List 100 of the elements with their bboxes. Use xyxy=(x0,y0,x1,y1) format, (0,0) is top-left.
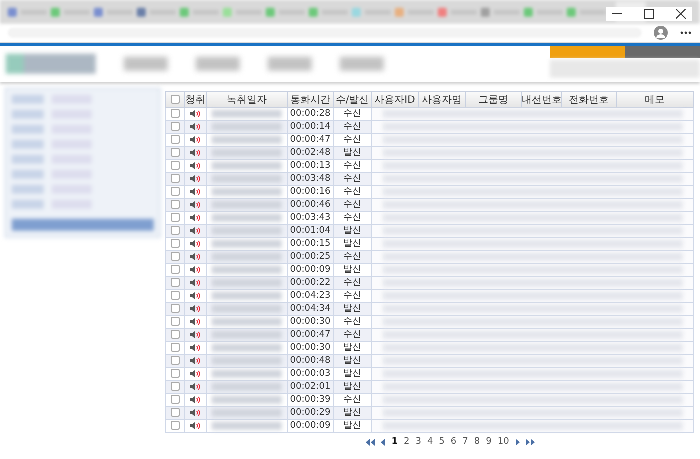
speaker-icon[interactable] xyxy=(190,292,201,300)
speaker-icon[interactable] xyxy=(190,188,201,196)
row-checkbox[interactable] xyxy=(170,226,180,236)
previous-page-icon[interactable] xyxy=(380,438,386,446)
direction-text: 발신 xyxy=(344,369,362,379)
column-header[interactable]: 메모 xyxy=(645,94,665,106)
duration-text: 00:00:16 xyxy=(290,187,331,197)
row-checkbox[interactable] xyxy=(170,278,180,288)
redacted-text xyxy=(212,396,282,404)
page-link[interactable]: 3 xyxy=(416,437,422,447)
direction-text: 수신 xyxy=(344,317,362,327)
select-all-checkbox[interactable] xyxy=(170,94,180,104)
speaker-icon[interactable] xyxy=(190,162,201,170)
speaker-icon[interactable] xyxy=(190,318,201,326)
direction-text: 발신 xyxy=(344,421,362,431)
row-checkbox[interactable] xyxy=(170,330,180,340)
row-checkbox[interactable] xyxy=(170,252,180,262)
direction-text: 발신 xyxy=(344,382,362,392)
first-page-icon[interactable] xyxy=(366,438,375,446)
direction-text: 발신 xyxy=(344,356,362,366)
speaker-icon[interactable] xyxy=(190,174,201,183)
page-link[interactable]: 4 xyxy=(427,437,434,447)
row-checkbox[interactable] xyxy=(170,395,180,404)
duration-text: 00:00:30 xyxy=(290,317,331,327)
row-checkbox[interactable] xyxy=(170,317,180,326)
speaker-icon[interactable] xyxy=(190,148,201,157)
row-checkbox[interactable] xyxy=(170,109,180,118)
speaker-icon[interactable] xyxy=(190,422,201,430)
redacted-text xyxy=(212,266,282,274)
speaker-icon[interactable] xyxy=(190,408,201,417)
close-icon[interactable] xyxy=(676,9,686,19)
row-checkbox[interactable] xyxy=(170,369,180,378)
speaker-icon[interactable] xyxy=(190,136,201,144)
row-checkbox[interactable] xyxy=(170,265,180,274)
speaker-icon[interactable] xyxy=(190,278,201,287)
next-page-icon[interactable] xyxy=(515,438,520,446)
speaker-icon[interactable] xyxy=(190,330,201,339)
maximize-icon[interactable] xyxy=(644,9,654,19)
row-checkbox[interactable] xyxy=(170,382,180,392)
redacted-text xyxy=(212,422,282,430)
speaker-icon[interactable] xyxy=(190,356,201,365)
redacted-text xyxy=(212,188,282,196)
speaker-icon[interactable] xyxy=(190,382,201,391)
row-checkbox[interactable] xyxy=(170,239,180,248)
speaker-icon[interactable] xyxy=(190,370,201,378)
row-checkbox[interactable] xyxy=(170,304,180,314)
speaker-icon[interactable] xyxy=(190,304,201,313)
more-icon[interactable] xyxy=(680,31,692,35)
speaker-icon[interactable] xyxy=(190,396,201,404)
duration-text: 00:00:09 xyxy=(290,421,331,431)
row-checkbox[interactable] xyxy=(170,122,180,132)
page-link[interactable]: 8 xyxy=(474,437,480,447)
row-checkbox[interactable] xyxy=(170,200,180,210)
duration-text: 00:00:39 xyxy=(290,395,331,405)
page-link[interactable]: 2 xyxy=(404,437,410,447)
speaker-icon[interactable] xyxy=(190,200,201,209)
redacted-text xyxy=(212,292,282,300)
redacted-text xyxy=(212,110,282,118)
redacted-text xyxy=(212,136,282,144)
speaker-icon[interactable] xyxy=(190,344,201,352)
speaker-icon[interactable] xyxy=(190,252,201,261)
row-checkbox[interactable] xyxy=(170,161,180,170)
duration-text: 00:01:04 xyxy=(290,226,331,236)
direction-text: 수신 xyxy=(344,109,362,119)
row-checkbox[interactable] xyxy=(170,187,180,196)
speaker-icon[interactable] xyxy=(190,214,201,222)
row-checkbox[interactable] xyxy=(170,174,180,184)
page-link[interactable]: 10 xyxy=(498,437,510,447)
direction-text: 수신 xyxy=(344,278,362,288)
row-checkbox[interactable] xyxy=(170,408,180,418)
row-checkbox[interactable] xyxy=(170,135,180,144)
direction-text: 수신 xyxy=(344,187,362,197)
speaker-icon[interactable] xyxy=(190,122,201,131)
last-page-icon[interactable] xyxy=(526,438,536,446)
page-link[interactable]: 9 xyxy=(486,437,492,447)
duration-text: 00:00:47 xyxy=(290,330,331,340)
duration-text: 00:00:28 xyxy=(290,109,331,119)
speaker-icon[interactable] xyxy=(190,240,201,248)
row-checkbox[interactable] xyxy=(170,291,180,300)
direction-text: 수신 xyxy=(344,174,362,184)
duration-text: 00:00:22 xyxy=(290,278,331,288)
page-link[interactable]: 7 xyxy=(462,437,468,447)
page-link[interactable]: 5 xyxy=(439,437,445,447)
page-link[interactable]: 6 xyxy=(450,437,457,447)
duration-text: 00:00:09 xyxy=(290,265,331,275)
row-checkbox[interactable] xyxy=(170,356,180,366)
row-checkbox[interactable] xyxy=(170,421,180,430)
row-checkbox[interactable] xyxy=(170,213,180,222)
direction-text: 발신 xyxy=(344,265,362,275)
speaker-icon[interactable] xyxy=(190,226,201,235)
row-checkbox[interactable] xyxy=(170,148,180,158)
duration-text: 00:00:15 xyxy=(290,239,331,249)
speaker-icon[interactable] xyxy=(190,266,201,274)
speaker-icon[interactable] xyxy=(190,110,201,118)
page-link[interactable]: 1 xyxy=(392,437,398,447)
profile-icon[interactable] xyxy=(654,26,668,40)
row-checkbox[interactable] xyxy=(170,343,180,352)
direction-text: 수신 xyxy=(344,200,362,210)
direction-text: 수신 xyxy=(344,395,362,405)
direction-text: 발신 xyxy=(344,408,362,418)
